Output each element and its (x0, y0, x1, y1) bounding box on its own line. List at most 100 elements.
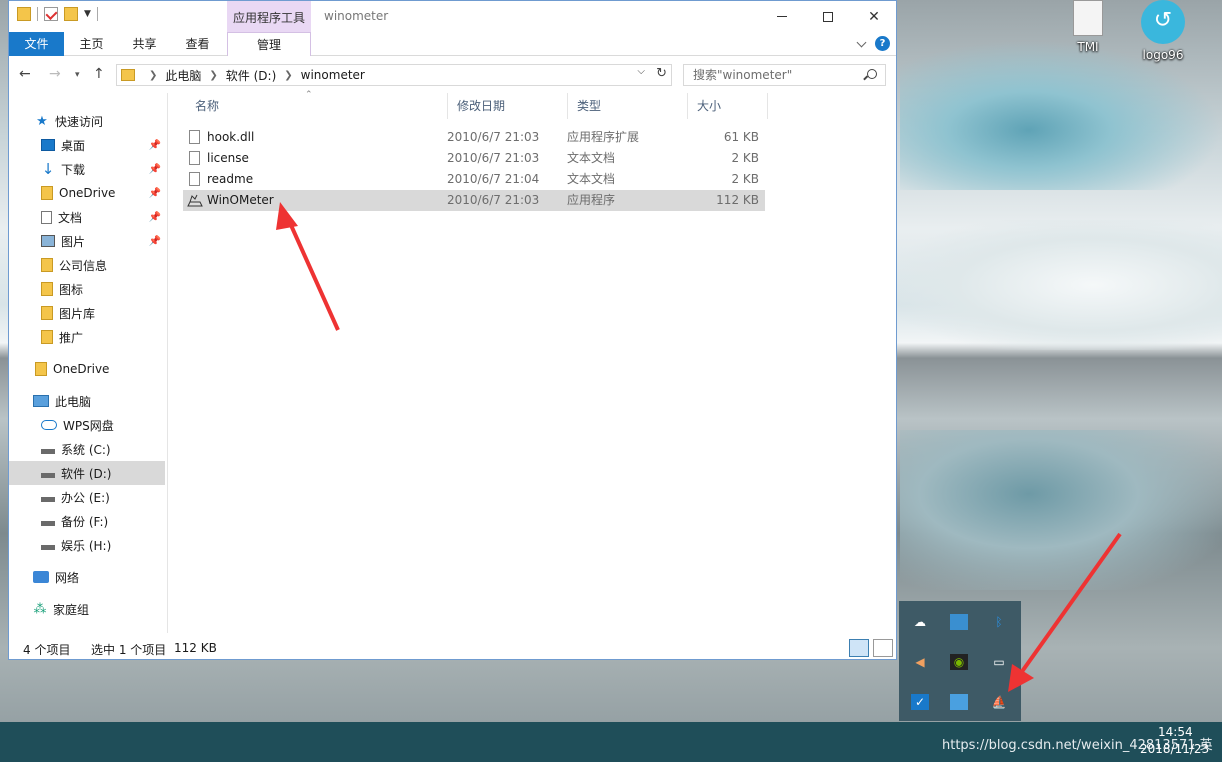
pin-icon[interactable]: 📌 (149, 140, 161, 151)
minimize-icon (777, 16, 787, 17)
table-row[interactable]: readme 2010/6/7 21:04 文本文档 2 KB (183, 169, 765, 190)
cloud-icon[interactable]: ☁ (911, 614, 929, 630)
battery-icon[interactable]: ▭ (990, 654, 1008, 670)
help-icon[interactable]: ? (875, 36, 890, 51)
address-bar[interactable]: ❯ 此电脑 ❯ 软件 (D:) ❯ winometer ⌵ ↻ (116, 64, 672, 86)
table-row[interactable]: license 2010/6/7 21:03 文本文档 2 KB (183, 148, 765, 169)
search-input[interactable]: 搜索"winometer" (683, 64, 886, 86)
sidebar-item-onedrive-pinned[interactable]: OneDrive 📌 (9, 181, 165, 205)
desktop-icon (41, 139, 55, 151)
picture-icon (41, 235, 55, 247)
table-row[interactable]: hook.dll 2010/6/7 21:03 应用程序扩展 61 KB (183, 127, 765, 148)
close-button[interactable]: ✕ (851, 1, 896, 32)
sidebar-item-network[interactable]: 网络 (9, 565, 165, 589)
tab-file[interactable]: 文件 (9, 32, 64, 56)
clock-date[interactable]: 2018/11/23 (1140, 742, 1209, 756)
column-header-size[interactable]: 大小 (687, 93, 767, 119)
file-date: 2010/6/7 21:03 (447, 130, 540, 144)
column-header-date[interactable]: 修改日期 (447, 93, 567, 119)
sidebar-item-label: 家庭组 (53, 602, 90, 617)
folder-icon (121, 69, 135, 81)
sidebar-item-drive-c[interactable]: 系统 (C:) (9, 437, 165, 461)
ribbon-tabs: 文件 主页 共享 查看 管理 ? (9, 32, 896, 56)
refresh-icon[interactable]: ↻ (656, 66, 667, 81)
bluetooth-icon[interactable]: ᛒ (990, 614, 1008, 630)
sidebar-item-desktop[interactable]: 桌面 📌 (9, 133, 165, 157)
chevron-down-icon[interactable]: ⌵ (637, 66, 645, 77)
app-window-icon[interactable] (950, 694, 968, 710)
status-item-count: 4 个项目 (23, 643, 71, 657)
chevron-right-icon[interactable]: ❯ (149, 70, 157, 81)
table-row-selected[interactable]: WinOMeter 2010/6/7 21:03 应用程序 112 KB (183, 190, 765, 211)
sidebar-item-homegroup[interactable]: ⁂ 家庭组 (9, 597, 165, 621)
up-icon[interactable]: ↑ (93, 66, 105, 82)
ribbon-controls: ? (856, 36, 890, 51)
sidebar-item-downloads[interactable]: ↓ 下载 📌 (9, 157, 165, 181)
sidebar-item-documents[interactable]: 文档 📌 (9, 205, 165, 229)
minimize-button[interactable] (759, 1, 805, 32)
column-divider[interactable] (767, 93, 768, 119)
nvidia-icon[interactable]: ◉ (950, 654, 968, 670)
recent-locations-icon[interactable]: ▾ (75, 70, 80, 80)
tab-home[interactable]: 主页 (69, 32, 114, 56)
sidebar-item-picture-library[interactable]: 图片库 (9, 301, 165, 325)
customize-toolbar-icon[interactable]: ▼ (84, 9, 91, 19)
clock-time[interactable]: 14:54 (1158, 725, 1193, 739)
column-header-type[interactable]: 类型 (567, 93, 687, 119)
sidebar-item-this-pc[interactable]: 此电脑 (9, 389, 165, 413)
new-folder-icon[interactable] (64, 7, 78, 21)
tab-share[interactable]: 共享 (122, 32, 167, 56)
pin-icon[interactable]: 📌 (149, 188, 161, 199)
breadcrumb-drive-d[interactable]: 软件 (D:) (226, 67, 276, 84)
large-icons-view-button[interactable] (873, 639, 893, 657)
quick-access-toolbar: ▼ (17, 7, 98, 21)
sidebar-item-drive-f[interactable]: 备份 (F:) (9, 509, 165, 533)
tab-view[interactable]: 查看 (175, 32, 220, 56)
status-bar: 4 个项目 选中 1 个项目 112 KB (9, 637, 896, 659)
sidebar-item-onedrive[interactable]: OneDrive (9, 357, 165, 381)
pin-icon[interactable]: 📌 (149, 164, 161, 175)
chevron-right-icon[interactable]: ❯ (209, 70, 217, 81)
chevron-right-icon[interactable]: ❯ (284, 70, 292, 81)
tab-manage[interactable]: 管理 (227, 32, 311, 56)
sidebar-item-promotion[interactable]: 推广 (9, 325, 165, 349)
speaker-icon[interactable]: ◀ (911, 654, 929, 670)
expand-ribbon-icon[interactable] (856, 37, 867, 47)
pin-icon[interactable]: 📌 (149, 236, 161, 247)
sidebar-item-quick-access[interactable]: ★ 快速访问 (9, 109, 165, 133)
breadcrumb-winometer[interactable]: winometer (301, 68, 365, 82)
desktop-icon-tmi[interactable]: TMI (1053, 0, 1123, 54)
sidebar-item-label: 图片库 (59, 306, 96, 321)
security-icon[interactable]: ✓ (911, 694, 929, 710)
sidebar-item-wps-cloud[interactable]: WPS网盘 (9, 413, 165, 437)
pin-icon[interactable]: 📌 (149, 212, 161, 223)
forward-icon[interactable]: → (49, 66, 61, 82)
properties-icon[interactable] (44, 7, 58, 21)
divider (37, 7, 38, 21)
sidebar-item-drive-h[interactable]: 娱乐 (H:) (9, 533, 165, 557)
sidebar-item-label: 文档 (58, 210, 83, 225)
file-type: 文本文档 (567, 172, 616, 186)
search-icon[interactable] (867, 69, 877, 79)
network-icon (33, 571, 49, 583)
sidebar-item-icons[interactable]: 图标 (9, 277, 165, 301)
back-icon[interactable]: ← (19, 66, 31, 82)
desktop-icon-label: logo96 (1142, 48, 1184, 62)
sidebar-item-label: 软件 (D:) (61, 466, 112, 481)
sidebar-item-company-info[interactable]: 公司信息 (9, 253, 165, 277)
close-icon: ✕ (868, 8, 880, 25)
desktop-icon-logo96[interactable]: ↺ logo96 (1128, 0, 1198, 62)
breadcrumb-this-pc[interactable]: 此电脑 (165, 67, 201, 84)
network-adapter-icon[interactable] (950, 614, 968, 630)
file-type: 应用程序 (567, 193, 616, 207)
maximize-button[interactable] (805, 1, 851, 32)
pane-divider[interactable] (167, 93, 168, 633)
divider (96, 7, 98, 21)
details-view-button[interactable] (849, 639, 869, 657)
sidebar-item-drive-d[interactable]: 软件 (D:) (9, 461, 165, 485)
sidebar-item-drive-e[interactable]: 办公 (E:) (9, 485, 165, 509)
sidebar-item-pictures[interactable]: 图片 📌 (9, 229, 165, 253)
wallpaper-glacier (900, 40, 1222, 190)
winometer-tray-icon[interactable]: ⛵ (990, 694, 1008, 710)
column-header-name[interactable]: 名称 (185, 93, 445, 119)
